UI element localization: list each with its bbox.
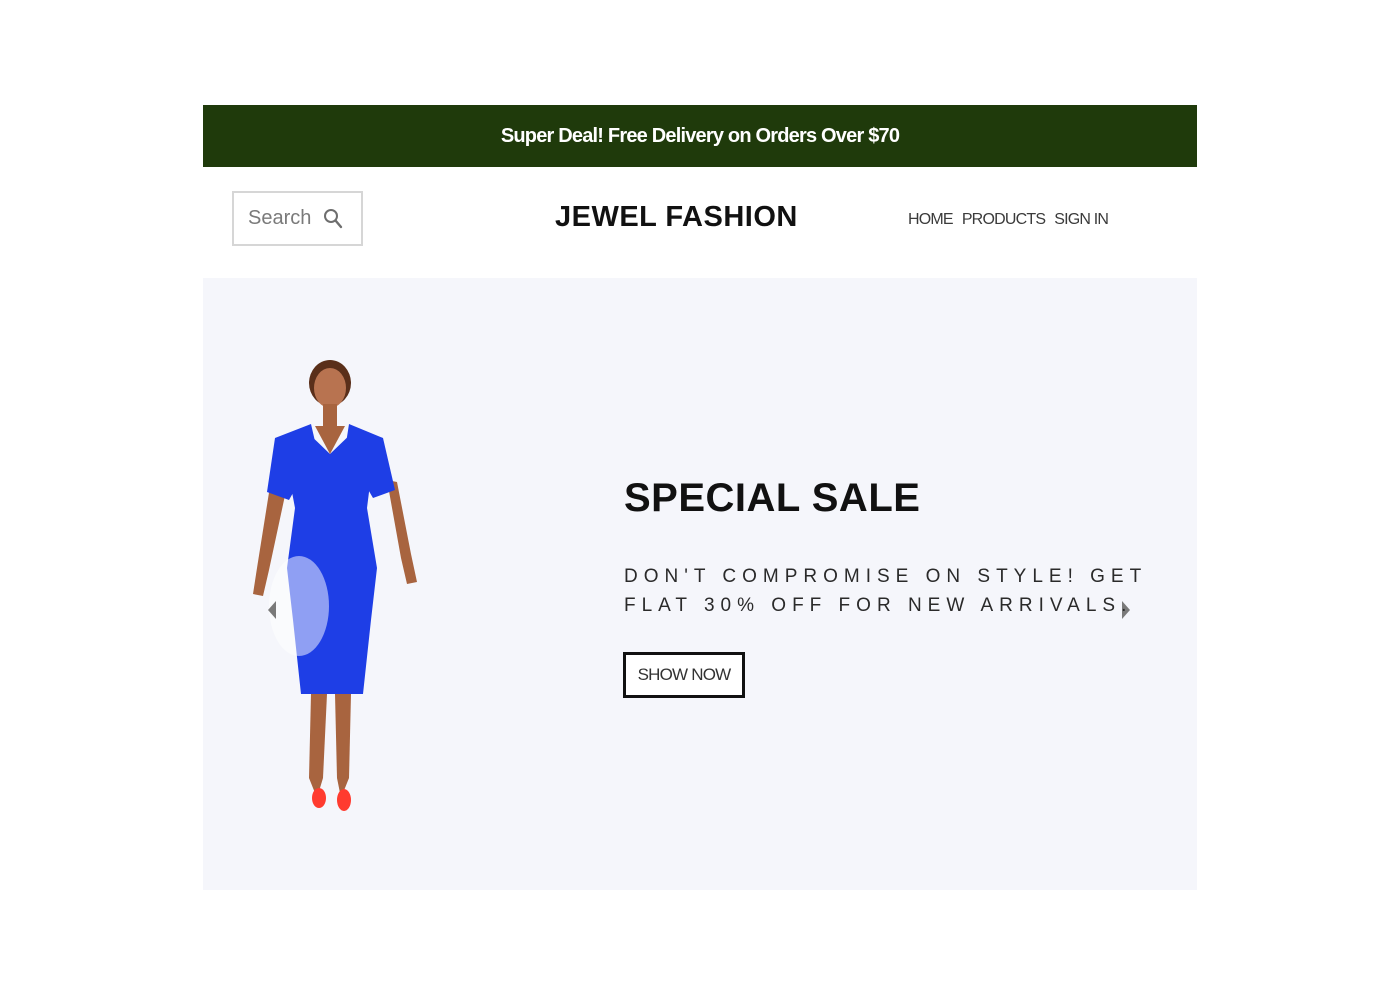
promo-text: Super Deal! Free Delivery on Orders Over… <box>500 124 900 147</box>
promo-banner: Super Deal! Free Delivery on Orders Over… <box>203 105 1197 167</box>
search-icon[interactable] <box>323 208 343 230</box>
nav-home-link[interactable]: HOME <box>908 211 954 229</box>
site-header: Search JEWEL FASHION HOME PRODUCTS SIGN … <box>203 167 1197 278</box>
nav-products-link[interactable]: PRODUCTS <box>962 211 1046 229</box>
search-placeholder: Search <box>248 207 312 229</box>
slider-prev-arrow[interactable] <box>267 600 277 625</box>
search-input[interactable]: Search <box>232 191 363 246</box>
site-logo[interactable]: JEWEL FASHION <box>555 201 798 234</box>
hero-slider: SPECIAL SALE DON'T COMPROMISE ON STYLE! … <box>203 278 1197 890</box>
show-now-button[interactable]: SHOW NOW <box>623 652 745 698</box>
nav-sign-in-link[interactable]: SIGN IN <box>1054 211 1109 229</box>
hero-model-image <box>253 360 417 811</box>
chevron-left-icon <box>268 601 276 619</box>
hero-subtitle: DON'T COMPROMISE ON STYLE! GET FLAT 30% … <box>624 566 1147 616</box>
page-frame: Super Deal! Free Delivery on Orders Over… <box>203 105 1197 890</box>
hero-title: SPECIAL SALE <box>624 476 921 520</box>
main-nav: HOME PRODUCTS SIGN IN <box>908 211 1109 229</box>
